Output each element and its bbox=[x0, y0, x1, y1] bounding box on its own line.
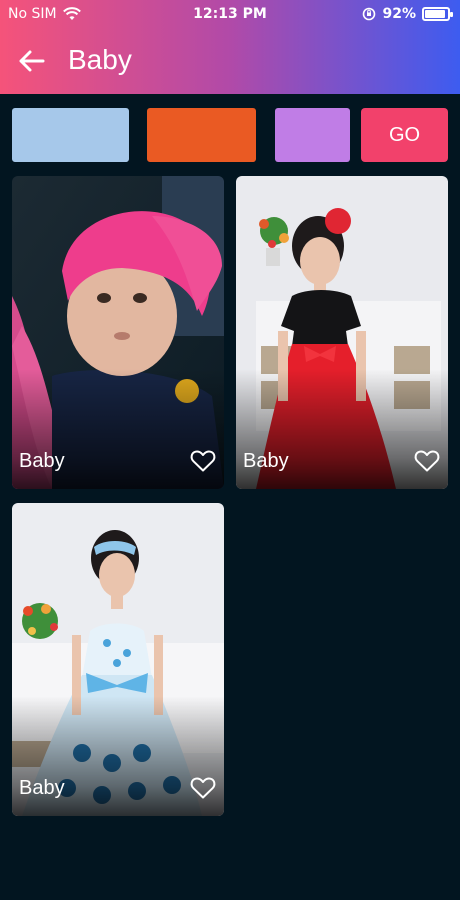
back-button[interactable] bbox=[14, 44, 48, 78]
status-right: 92% bbox=[362, 6, 453, 22]
orientation-lock-icon bbox=[363, 7, 376, 21]
heart-outline-icon[interactable] bbox=[190, 449, 216, 473]
battery-percent: 92% bbox=[382, 6, 416, 22]
swatch-purple[interactable] bbox=[275, 108, 350, 162]
image-card[interactable]: Baby bbox=[236, 176, 448, 489]
card-label: Baby bbox=[19, 777, 65, 799]
go-button[interactable]: GO bbox=[361, 108, 448, 162]
battery-level bbox=[425, 10, 446, 18]
arrow-left-icon bbox=[19, 50, 45, 72]
image-card[interactable]: Baby bbox=[12, 503, 224, 816]
battery-icon bbox=[422, 7, 453, 21]
image-card[interactable]: Baby bbox=[12, 176, 224, 489]
heart-outline-icon[interactable] bbox=[190, 776, 216, 800]
heart-outline-icon[interactable] bbox=[414, 449, 440, 473]
swatch-orange[interactable] bbox=[147, 108, 256, 162]
page-title: Baby bbox=[68, 44, 132, 75]
card-label: Baby bbox=[243, 450, 289, 472]
status-bar: No SIM 12:13 PM 92% bbox=[0, 0, 460, 30]
card-label: Baby bbox=[19, 450, 65, 472]
color-filter-row: GO bbox=[12, 108, 448, 162]
swatch-light-blue[interactable] bbox=[12, 108, 129, 162]
app-header: No SIM 12:13 PM 92% Baby bbox=[0, 0, 460, 94]
